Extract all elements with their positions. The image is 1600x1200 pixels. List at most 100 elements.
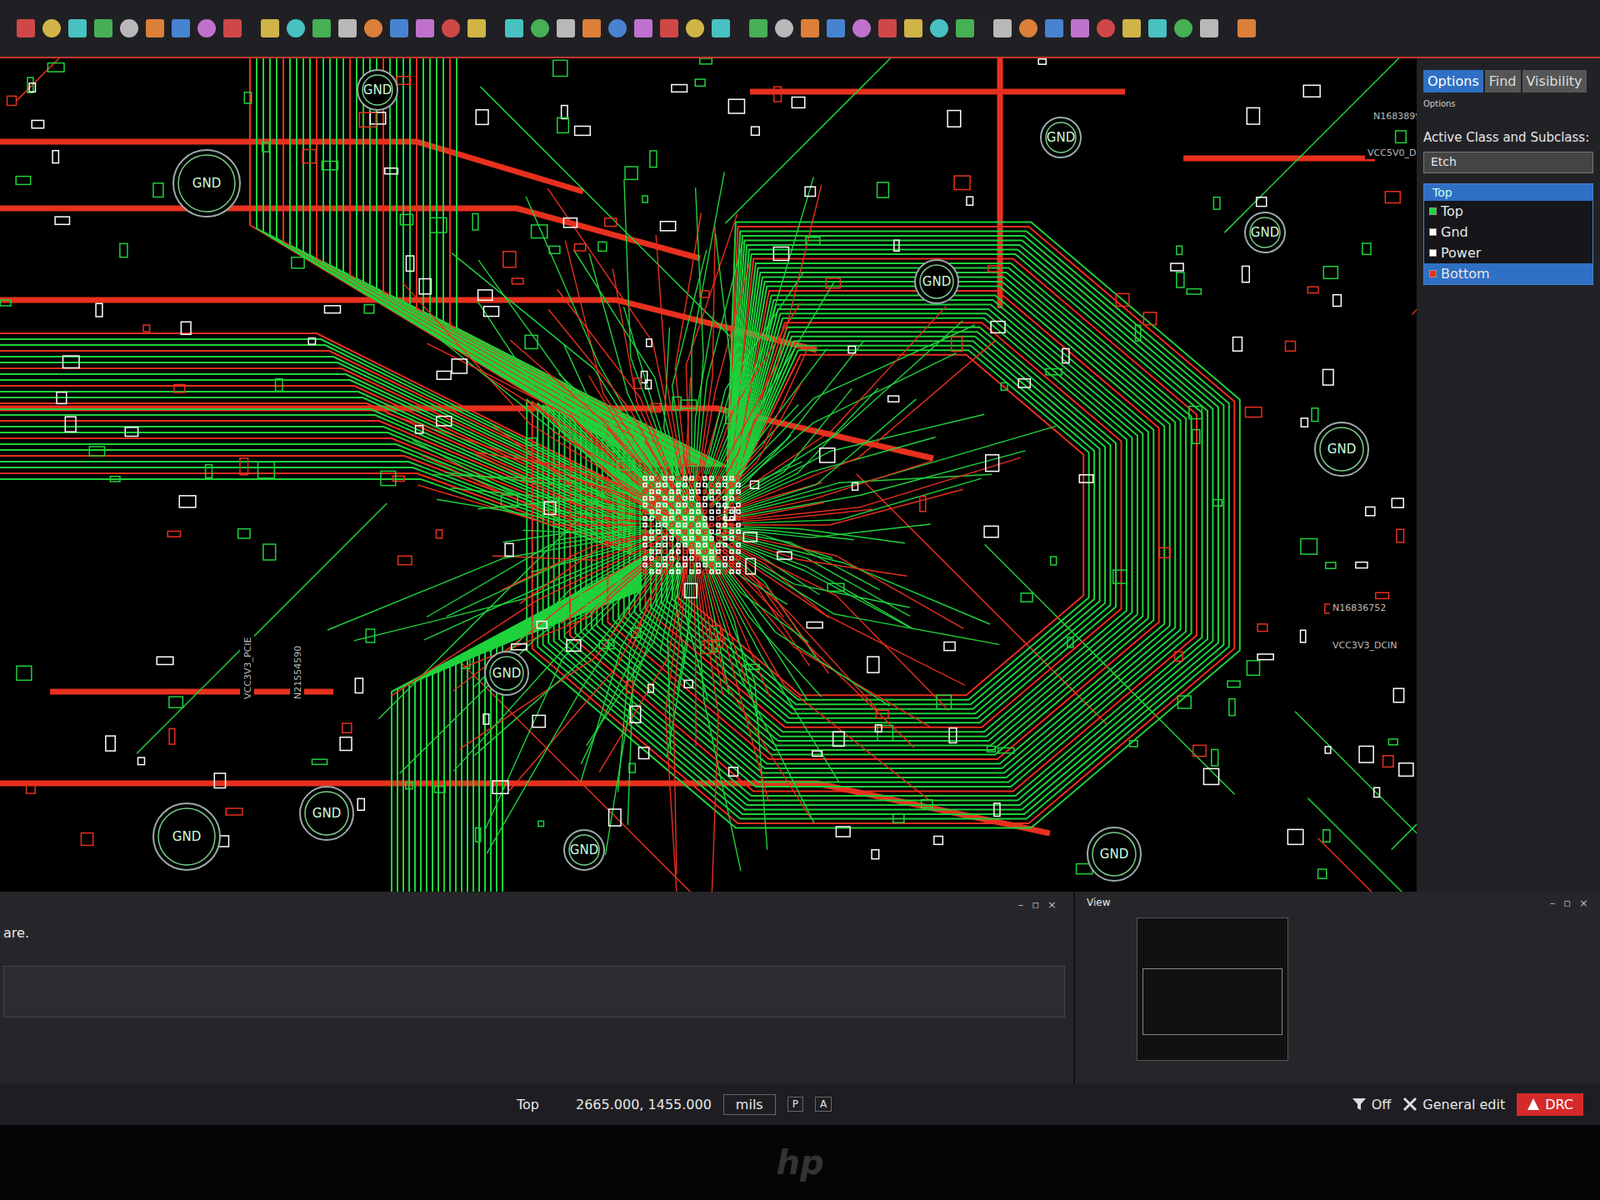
pad[interactable] xyxy=(663,563,667,567)
pad[interactable] xyxy=(833,731,845,746)
pad[interactable] xyxy=(1246,107,1260,125)
pad[interactable] xyxy=(599,640,609,649)
pad[interactable] xyxy=(531,225,548,239)
pad[interactable] xyxy=(650,523,654,527)
pad[interactable] xyxy=(643,550,647,554)
pad[interactable] xyxy=(275,379,283,392)
pad[interactable] xyxy=(696,530,700,534)
pad[interactable] xyxy=(1325,562,1336,569)
trace[interactable] xyxy=(416,58,713,467)
pad[interactable] xyxy=(730,530,734,534)
tool-icon[interactable] xyxy=(260,19,280,38)
pad[interactable] xyxy=(1323,830,1330,842)
pad[interactable] xyxy=(419,279,431,295)
pad[interactable] xyxy=(380,470,396,485)
pad[interactable] xyxy=(894,240,900,251)
pad[interactable] xyxy=(985,455,1000,472)
pad[interactable] xyxy=(553,60,568,76)
trace[interactable] xyxy=(327,530,663,630)
pad[interactable] xyxy=(258,462,275,479)
pad[interactable] xyxy=(703,516,707,520)
pad[interactable] xyxy=(703,550,707,554)
trace[interactable] xyxy=(702,185,822,505)
pad[interactable] xyxy=(312,759,328,765)
trace[interactable] xyxy=(548,309,680,504)
tool-icon[interactable] xyxy=(530,19,550,38)
pad[interactable] xyxy=(690,550,694,554)
tool-icon[interactable] xyxy=(441,19,460,38)
trace[interactable] xyxy=(709,560,770,698)
tool-icon[interactable] xyxy=(556,19,575,38)
pad[interactable] xyxy=(921,800,933,809)
pad[interactable] xyxy=(1229,699,1235,716)
pad[interactable] xyxy=(1257,624,1268,632)
pad[interactable] xyxy=(670,543,674,547)
pad[interactable] xyxy=(773,246,789,260)
pad[interactable] xyxy=(1303,85,1320,97)
pad[interactable] xyxy=(643,570,647,574)
pad[interactable] xyxy=(511,278,524,285)
trace[interactable] xyxy=(685,575,709,701)
pad[interactable] xyxy=(690,523,694,527)
pad[interactable] xyxy=(710,570,714,574)
pad[interactable] xyxy=(703,503,707,507)
status-button[interactable]: P xyxy=(787,1096,804,1112)
tool-icon[interactable] xyxy=(42,19,61,38)
pad[interactable] xyxy=(643,503,647,507)
pad[interactable] xyxy=(944,641,955,650)
pad[interactable] xyxy=(805,237,820,245)
pad[interactable] xyxy=(651,489,667,501)
pad[interactable] xyxy=(670,550,674,554)
pad[interactable] xyxy=(676,510,680,514)
pad[interactable] xyxy=(716,523,720,527)
pad[interactable] xyxy=(684,680,693,688)
pad[interactable] xyxy=(291,257,305,269)
pad[interactable] xyxy=(683,543,687,547)
pad[interactable] xyxy=(730,550,734,554)
pad[interactable] xyxy=(656,523,660,527)
pad[interactable] xyxy=(745,558,755,574)
trace[interactable] xyxy=(462,556,657,668)
pad[interactable] xyxy=(472,213,479,230)
trace[interactable] xyxy=(426,529,660,617)
tool-icon[interactable] xyxy=(800,19,820,38)
pad[interactable] xyxy=(676,483,680,487)
trace[interactable] xyxy=(552,430,659,500)
net-label[interactable]: VCC5V0_DCIN xyxy=(1365,145,1417,160)
pad[interactable] xyxy=(656,563,660,567)
trace[interactable] xyxy=(460,554,671,750)
pad[interactable] xyxy=(650,556,654,560)
pad[interactable] xyxy=(663,556,667,560)
pad[interactable] xyxy=(683,536,687,540)
trace[interactable] xyxy=(310,58,673,467)
trace[interactable] xyxy=(729,559,879,712)
pad[interactable] xyxy=(434,786,445,793)
pad[interactable] xyxy=(723,570,727,574)
pad[interactable] xyxy=(650,403,660,412)
pad[interactable] xyxy=(1388,739,1398,745)
tool-icon[interactable] xyxy=(852,19,871,38)
pad[interactable] xyxy=(357,798,365,810)
pad[interactable] xyxy=(1227,680,1240,687)
pad[interactable] xyxy=(710,536,714,540)
pad[interactable] xyxy=(701,640,714,654)
tool-icon[interactable] xyxy=(467,19,486,38)
pad[interactable] xyxy=(730,476,734,480)
pad[interactable] xyxy=(405,782,413,790)
pad[interactable] xyxy=(240,458,249,475)
trace[interactable] xyxy=(640,318,1127,732)
trace[interactable] xyxy=(537,230,1230,819)
tool-icon[interactable] xyxy=(223,19,242,38)
pad[interactable] xyxy=(670,523,674,527)
pad[interactable] xyxy=(723,563,727,567)
pad[interactable] xyxy=(650,496,654,500)
trace[interactable] xyxy=(734,545,950,711)
pad[interactable] xyxy=(663,490,667,494)
filter-toggle[interactable]: Off xyxy=(1351,1096,1392,1113)
pad[interactable] xyxy=(696,523,700,527)
pad[interactable] xyxy=(598,241,607,251)
pad[interactable] xyxy=(696,556,700,560)
pad[interactable] xyxy=(750,480,759,489)
pad[interactable] xyxy=(703,483,707,487)
pad[interactable] xyxy=(710,503,714,507)
